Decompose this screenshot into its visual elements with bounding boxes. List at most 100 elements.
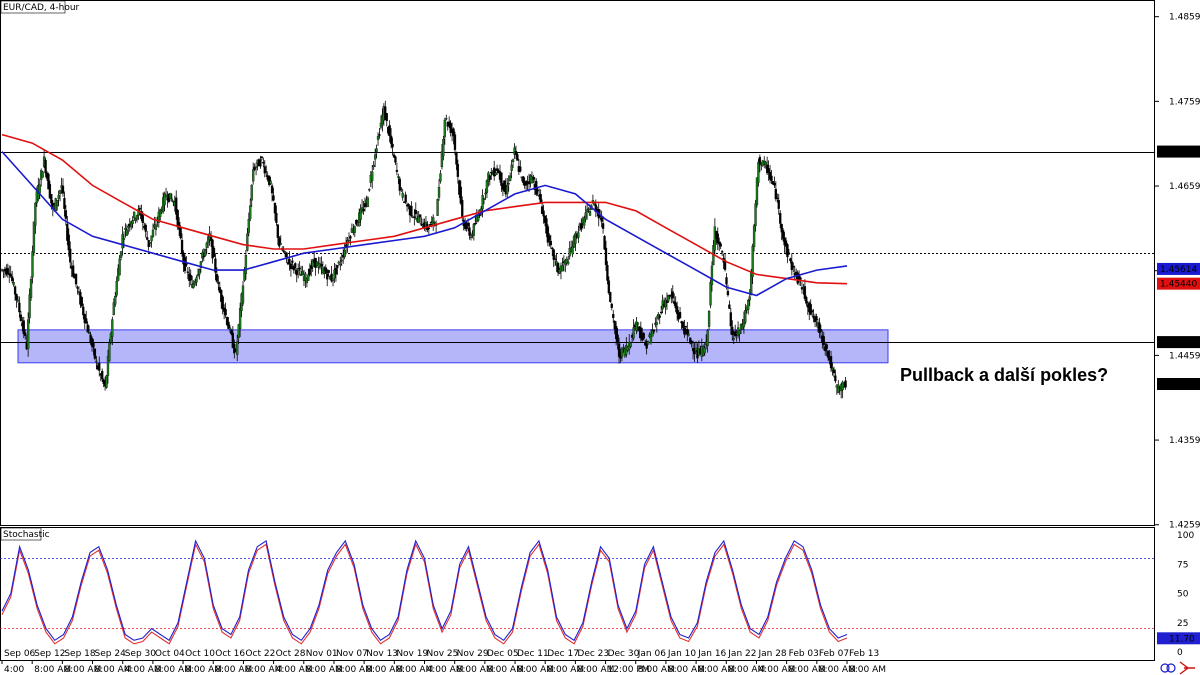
candle-body <box>22 320 25 335</box>
candle-body <box>822 336 825 346</box>
candle-body <box>732 338 735 340</box>
candle-body <box>488 175 491 180</box>
candle-body <box>468 227 471 236</box>
candle-body <box>397 176 400 178</box>
candle-body <box>601 223 605 229</box>
candle-body <box>510 164 513 171</box>
candle-body <box>159 209 162 217</box>
candle-body <box>509 175 512 181</box>
candle-body <box>349 236 352 239</box>
candle-body <box>331 278 335 281</box>
candle-body <box>726 290 730 296</box>
candle-body <box>792 266 795 268</box>
candle-body <box>552 249 555 260</box>
candle-body <box>752 225 756 247</box>
candle-body <box>28 294 31 319</box>
candle-body <box>343 249 346 258</box>
candle-body <box>710 265 714 286</box>
candle-body <box>87 332 91 334</box>
candle-body <box>418 214 422 218</box>
candle-body <box>404 194 407 203</box>
candle-body <box>246 233 249 251</box>
candle-body <box>217 282 220 284</box>
candle-body <box>56 199 59 206</box>
candle-body <box>815 316 818 320</box>
x-time-label-28: 8:00 AM <box>849 665 886 675</box>
candle-body <box>201 252 204 259</box>
candle-body <box>29 279 33 298</box>
candle-body <box>67 234 70 251</box>
candle-body <box>202 255 205 258</box>
candle-body <box>241 285 245 304</box>
candle-body <box>108 342 111 362</box>
candle-body <box>554 258 557 260</box>
candle-body <box>259 159 262 167</box>
candle-body <box>607 280 611 294</box>
price-label-2: 1.44255 <box>1160 380 1197 390</box>
x-date-label-18: Dec 17 <box>547 649 579 659</box>
candle-body <box>511 159 515 163</box>
candle-body <box>646 341 650 345</box>
candle-body <box>825 344 828 350</box>
candle-body <box>655 322 658 325</box>
candle-body <box>652 329 656 332</box>
candle-body <box>469 236 473 239</box>
candle-body <box>15 294 18 301</box>
candle-body <box>372 164 375 167</box>
candle-body <box>170 198 174 202</box>
candle-body <box>31 251 34 278</box>
candle-body <box>189 275 192 281</box>
candle-body <box>294 263 297 268</box>
candle-body <box>401 192 404 198</box>
candle-body <box>461 200 464 219</box>
candle-body <box>378 134 381 136</box>
candle-body <box>720 251 724 253</box>
candle-body <box>482 198 486 200</box>
x-date-label-4: Sep 30 <box>125 649 157 659</box>
candle-body <box>413 216 416 218</box>
arrow-icon[interactable] <box>1179 661 1195 675</box>
candle-body <box>44 159 47 174</box>
candle-body <box>57 195 60 199</box>
candle-body <box>373 154 377 160</box>
candle-body <box>179 227 182 239</box>
candle-body <box>587 208 590 210</box>
candle-body <box>549 240 552 246</box>
support-zone <box>17 329 889 364</box>
candle-body <box>180 239 184 254</box>
candle-body <box>636 322 640 325</box>
x-date-label-2: Sep 18 <box>64 649 96 659</box>
candle-body <box>786 244 789 258</box>
candle-body <box>417 216 420 223</box>
candle-body <box>38 184 41 194</box>
link-icon[interactable] <box>1160 663 1176 673</box>
candle-body <box>400 188 403 190</box>
candle-body <box>61 185 65 194</box>
candle-body <box>205 242 208 248</box>
candle-body <box>260 156 264 159</box>
candle-body <box>585 209 589 213</box>
candle-body <box>687 333 690 336</box>
candle-body <box>11 276 14 282</box>
candle-body <box>437 186 441 198</box>
candle-body <box>604 247 608 266</box>
candle-body <box>777 200 780 209</box>
price-label-0: 1.45614 <box>1160 265 1197 275</box>
candle-body <box>249 205 252 219</box>
candle-body <box>291 260 294 263</box>
candle-body <box>443 119 446 138</box>
candle-body <box>368 189 371 191</box>
candle-body <box>728 304 731 309</box>
candle-body <box>101 371 104 380</box>
candle-body <box>254 166 258 168</box>
candle-body <box>681 321 685 328</box>
candle-body <box>706 330 709 346</box>
x-date-label-8: Oct 22 <box>245 649 275 659</box>
x-date-label-28: Feb 13 <box>849 649 879 659</box>
candle-body <box>169 192 172 199</box>
candle-body <box>295 270 298 276</box>
eurcad-chart[interactable]: 1.485931.475931.465931.455931.445931.435… <box>0 0 1200 675</box>
candle-body <box>729 312 732 327</box>
stoch-tick-4: 0 <box>1177 648 1183 658</box>
candle-body <box>790 261 793 270</box>
